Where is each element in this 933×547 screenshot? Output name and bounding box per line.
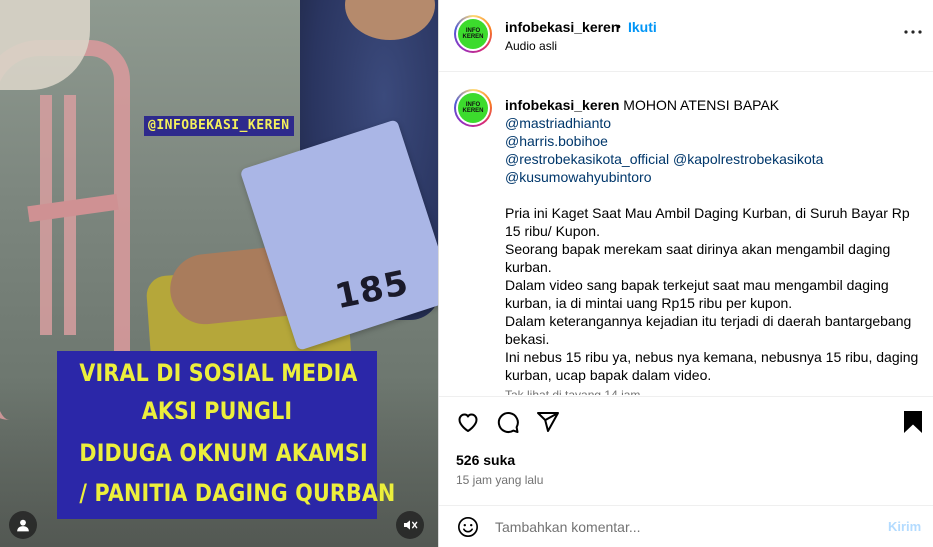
avatar[interactable]: INFO KEREN — [454, 15, 492, 53]
comment-button[interactable] — [495, 409, 521, 435]
header-username-link[interactable]: infobekasi_keren — [505, 19, 619, 35]
tagged-users-button[interactable] — [9, 511, 37, 539]
caption-paragraph: Dalam video sang bapak terkejut saat mau… — [505, 277, 889, 311]
comment-bar: Kirim — [439, 505, 933, 547]
mention-link[interactable]: @kapolrestrobekasikota — [673, 151, 823, 167]
audio-link[interactable]: Audio asli — [505, 39, 557, 53]
avatar-logo: INFO KEREN — [458, 19, 488, 49]
video-player[interactable]: 185 @INFOBEKASI_KEREN VIRAL DI SOSIAL ME… — [0, 0, 438, 547]
caption-username-link[interactable]: infobekasi_keren — [505, 97, 619, 113]
post-header: INFO KEREN infobekasi_keren • Ikuti Audi… — [439, 0, 933, 72]
speaker-muted-icon — [404, 520, 418, 530]
caption-cut-line: Tak lihat di tayang 14 jam — [505, 388, 641, 395]
caption-avatar[interactable]: INFO KEREN — [454, 89, 492, 127]
caption-paragraph: Dalam keterangannya kejadian itu terjadi… — [505, 313, 912, 347]
likes-count[interactable]: 526 suka — [456, 452, 515, 468]
more-horizontal-icon — [904, 30, 922, 34]
banner-line: DIDUGA OKNUM AKAMSI — [79, 439, 368, 467]
emoji-icon — [458, 517, 478, 537]
video-banner: VIRAL DI SOSIAL MEDIA AKSI PUNGLI DIDUGA… — [57, 351, 396, 519]
comment-input[interactable] — [495, 517, 875, 537]
caption-text: Pria ini Kaget Saat Mau Ambil Daging Kur… — [505, 204, 925, 384]
video-watermark: @INFOBEKASI_KEREN — [144, 116, 294, 136]
mention-link[interactable]: @harris.bobihoe — [505, 132, 925, 150]
separator-dot: • — [616, 18, 621, 34]
post-side-panel: INFO KEREN infobekasi_keren • Ikuti Audi… — [438, 0, 933, 547]
like-button[interactable] — [455, 409, 481, 435]
share-button[interactable] — [535, 409, 561, 435]
heart-icon — [458, 413, 478, 432]
banner-line: / PANITIA DAGING QURBAN — [79, 479, 396, 507]
user-icon — [17, 519, 29, 532]
caption-body: infobekasi_keren MOHON ATENSI BAPAK @mas… — [505, 96, 925, 384]
avatar-logo: INFO KEREN — [458, 93, 488, 123]
mention-row: @restrobekasikota_official @kapolrestrob… — [505, 150, 925, 168]
follow-button[interactable]: Ikuti — [628, 19, 657, 35]
caption-paragraph: Ini nebus 15 ribu ya, nebus nya kemana, … — [505, 349, 919, 383]
caption-headline: MOHON ATENSI BAPAK — [623, 97, 780, 113]
bookmark-icon — [904, 411, 922, 433]
caption-paragraph: Pria ini Kaget Saat Mau Ambil Daging Kur… — [505, 205, 910, 239]
comment-icon — [497, 412, 519, 433]
emoji-button[interactable] — [456, 515, 480, 539]
more-options-button[interactable] — [901, 20, 925, 44]
post-dialog: 185 @INFOBEKASI_KEREN VIRAL DI SOSIAL ME… — [0, 0, 933, 547]
mention-link[interactable]: @mastriadhianto — [505, 114, 925, 132]
mute-toggle-button[interactable] — [396, 511, 424, 539]
banner-line: VIRAL DI SOSIAL MEDIA — [79, 359, 358, 387]
share-icon — [537, 412, 559, 432]
post-timestamp[interactable]: 15 jam yang lalu — [456, 473, 543, 487]
mention-link[interactable]: @restrobekasikota_official — [505, 151, 669, 167]
caption-section: INFO KEREN infobekasi_keren MOHON ATENSI… — [439, 73, 933, 395]
caption-paragraph: Seorang bapak merekam saat dirinya akan … — [505, 241, 891, 275]
action-bar: 526 suka 15 jam yang lalu — [439, 396, 933, 520]
post-comment-button[interactable]: Kirim — [888, 519, 921, 534]
save-button[interactable] — [900, 409, 926, 435]
mention-link[interactable]: @kusumowahyubintoro — [505, 168, 925, 186]
banner-line: AKSI PUNGLI — [141, 397, 293, 425]
